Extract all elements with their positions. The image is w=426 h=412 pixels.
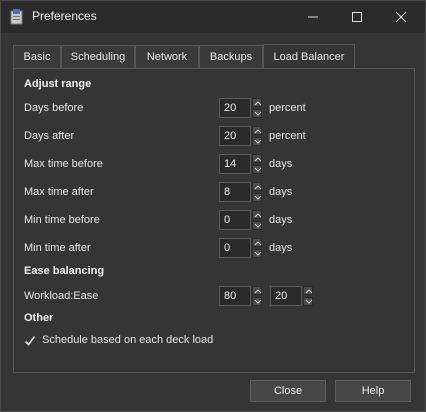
days-after-unit: percent [269, 130, 306, 142]
chevron-down-icon [254, 195, 262, 200]
adjust-range-heading: Adjust range [24, 78, 92, 90]
load-balancer-panel: Adjust range Days before 20 percent Days… [13, 68, 415, 373]
max-time-after-unit: days [269, 186, 293, 198]
workload-spinbox[interactable]: 80 [219, 286, 251, 306]
max-time-after-label: Max time after [24, 186, 94, 198]
step-down-button[interactable] [252, 165, 262, 174]
min-time-after-stepper[interactable] [252, 238, 262, 258]
close-icon [395, 11, 407, 23]
workload-stepper[interactable] [252, 286, 262, 306]
step-up-button[interactable] [252, 154, 262, 163]
max-time-after-spinbox[interactable]: 8 [219, 182, 251, 202]
deck-load-checkbox[interactable] [24, 335, 36, 347]
days-before-label: Days before [24, 102, 84, 114]
min-time-before-unit: days [269, 214, 293, 226]
max-time-before-label: Max time before [24, 158, 103, 170]
min-time-before-label: Min time before [24, 214, 100, 226]
chevron-up-icon [305, 289, 313, 294]
days-after-spinbox[interactable]: 20 [219, 126, 251, 146]
deck-load-checkbox-label[interactable]: Schedule based on each deck load [42, 334, 213, 346]
days-before-spinbox[interactable]: 20 [219, 98, 251, 118]
other-heading: Other [24, 312, 54, 324]
max-time-before-spinbox[interactable]: 14 [219, 154, 251, 174]
maximize-button[interactable] [335, 1, 379, 33]
min-time-before-spinbox[interactable]: 0 [219, 210, 251, 230]
max-time-after-stepper[interactable] [252, 182, 262, 202]
workload-ease-label: Workload:Ease [24, 290, 99, 302]
help-button[interactable]: Help [335, 380, 411, 402]
close-window-button[interactable] [379, 1, 423, 33]
chevron-up-icon [254, 185, 262, 190]
ease-balancing-heading: Ease balancing [24, 265, 105, 277]
chevron-down-icon [254, 167, 262, 172]
tab-scheduling[interactable]: Scheduling [61, 45, 135, 68]
chevron-up-icon [254, 213, 262, 218]
checkmark-icon [24, 336, 36, 346]
chevron-down-icon [305, 299, 313, 304]
tab-backups[interactable]: Backups [199, 45, 263, 68]
chevron-up-icon [254, 101, 262, 106]
chevron-down-icon [254, 223, 262, 228]
step-down-button[interactable] [252, 193, 262, 202]
days-after-stepper[interactable] [252, 126, 262, 146]
step-down-button[interactable] [303, 297, 313, 306]
step-up-button[interactable] [252, 126, 262, 135]
step-up-button[interactable] [252, 238, 262, 247]
max-time-before-stepper[interactable] [252, 154, 262, 174]
tab-load-balancer[interactable]: Load Balancer [263, 44, 355, 69]
title-bar: Preferences [1, 1, 425, 33]
step-up-button[interactable] [252, 286, 262, 295]
chevron-down-icon [254, 111, 262, 116]
min-time-after-label: Min time after [24, 242, 91, 254]
chevron-down-icon [254, 299, 262, 304]
step-down-button[interactable] [252, 109, 262, 118]
ease-spinbox[interactable]: 20 [270, 286, 302, 306]
min-time-after-spinbox[interactable]: 0 [219, 238, 251, 258]
minimize-icon [308, 16, 318, 18]
step-up-button[interactable] [303, 286, 313, 295]
tab-basic[interactable]: Basic [13, 45, 61, 68]
step-down-button[interactable] [252, 249, 262, 258]
days-before-stepper[interactable] [252, 98, 262, 118]
close-button[interactable]: Close [250, 380, 326, 402]
minimize-button[interactable] [291, 1, 335, 33]
chevron-up-icon [254, 289, 262, 294]
days-before-unit: percent [269, 102, 306, 114]
chevron-down-icon [254, 251, 262, 256]
ease-stepper[interactable] [303, 286, 313, 306]
step-up-button[interactable] [252, 210, 262, 219]
step-down-button[interactable] [252, 137, 262, 146]
step-down-button[interactable] [252, 297, 262, 306]
step-up-button[interactable] [252, 98, 262, 107]
maximize-icon [352, 12, 362, 22]
window-title: Preferences [32, 9, 97, 23]
chevron-up-icon [254, 157, 262, 162]
days-after-label: Days after [24, 130, 75, 142]
app-icon [10, 9, 23, 25]
chevron-down-icon [254, 139, 262, 144]
max-time-before-unit: days [269, 158, 293, 170]
step-up-button[interactable] [252, 182, 262, 191]
chevron-up-icon [254, 129, 262, 134]
step-down-button[interactable] [252, 221, 262, 230]
min-time-before-stepper[interactable] [252, 210, 262, 230]
tab-network[interactable]: Network [135, 45, 199, 68]
chevron-up-icon [254, 241, 262, 246]
preferences-window: Preferences Basic Scheduling Network Bac… [0, 0, 426, 412]
min-time-after-unit: days [269, 242, 293, 254]
